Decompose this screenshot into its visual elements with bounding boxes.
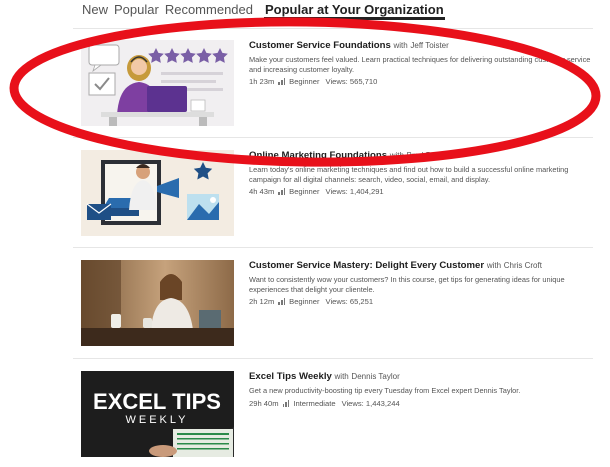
course-views: Views: 1,404,291: [325, 187, 384, 197]
thumb-title: EXCEL TIPS: [93, 389, 221, 414]
author-prefix: with: [393, 41, 408, 50]
course-views: Views: 65,251: [325, 297, 374, 307]
course-description: Make your customers feel valued. Learn p…: [249, 55, 591, 74]
course-views: Views: 565,710: [325, 77, 378, 87]
course-duration: 2h 12m: [249, 297, 275, 307]
course-description: Learn today's online marketing technique…: [249, 165, 569, 184]
course-title[interactable]: Customer Service Foundations: [249, 40, 391, 51]
difficulty-level-icon: [278, 78, 286, 86]
tab-popular[interactable]: Popular: [113, 2, 160, 20]
course-author: Dennis Taylor: [351, 372, 400, 381]
difficulty-level-icon: [278, 298, 286, 306]
excel-tips-illustration: EXCEL TIPS WEEKLY: [81, 371, 234, 457]
online-marketing-illustration: [81, 150, 234, 236]
course-meta: 1h 23m Beginner Views: 565,710: [249, 77, 594, 86]
customer-service-illustration: [81, 40, 234, 126]
divider: [73, 137, 593, 138]
course-description: Want to consistently wow your customers?…: [249, 275, 565, 294]
course-description: Get a new productivity-boosting tip ever…: [249, 386, 521, 395]
difficulty-level-icon: [282, 399, 290, 407]
course-info: Customer Service Foundations with Jeff T…: [249, 40, 594, 86]
divider: [73, 28, 593, 29]
course-duration: 4h 43m: [249, 187, 275, 197]
course-info: Excel Tips Weekly with Dennis Taylor Get…: [249, 371, 594, 408]
course-author: Chris Croft: [503, 261, 542, 270]
course-meta: 29h 40m Intermediate Views: 1,443,244: [249, 399, 594, 408]
course-card-customer-service-mastery[interactable]: Customer Service Mastery: Delight Every …: [81, 260, 601, 356]
divider: [73, 358, 593, 359]
tab-popular-at-organization[interactable]: Popular at Your Organization: [263, 2, 445, 20]
course-level: Beginner: [289, 77, 320, 87]
course-meta: 4h 43m Beginner Views: 1,404,291: [249, 187, 594, 196]
author-prefix: with: [486, 261, 502, 270]
course-author: Jeff Toister: [410, 41, 449, 50]
course-card-online-marketing-foundations[interactable]: Online Marketing Foundations with Brad B…: [81, 150, 601, 246]
course-duration: 29h 40m: [249, 398, 279, 408]
author-prefix: with: [334, 372, 349, 381]
thumb-subtitle: WEEKLY: [125, 414, 188, 426]
author-prefix: with: [389, 151, 404, 160]
course-thumbnail[interactable]: [81, 40, 234, 126]
course-card-customer-service-foundations[interactable]: Customer Service Foundations with Jeff T…: [81, 40, 601, 136]
cafe-photo-illustration: [81, 260, 234, 346]
course-thumbnail[interactable]: [81, 150, 234, 236]
course-level: Beginner: [289, 297, 320, 307]
divider: [73, 247, 593, 248]
difficulty-level-icon: [278, 188, 286, 196]
course-level: Beginner: [289, 187, 320, 197]
course-author: Brad Batesole: [406, 151, 457, 160]
course-card-excel-tips-weekly[interactable]: EXCEL TIPS WEEKLY Excel Tips Weekly with…: [81, 371, 601, 467]
tab-recommended[interactable]: Recommended: [164, 2, 254, 20]
course-info: Customer Service Mastery: Delight Every …: [249, 260, 594, 306]
course-title[interactable]: Online Marketing Foundations: [249, 150, 387, 161]
course-title[interactable]: Excel Tips Weekly: [249, 371, 332, 382]
course-meta: 2h 12m Beginner Views: 65,251: [249, 297, 594, 306]
tab-new[interactable]: New: [81, 2, 109, 20]
tab-bar: New Popular Recommended Popular at Your …: [81, 2, 445, 20]
course-thumbnail[interactable]: EXCEL TIPS WEEKLY: [81, 371, 234, 457]
course-thumbnail[interactable]: [81, 260, 234, 346]
course-title[interactable]: Customer Service Mastery: Delight Every …: [249, 260, 484, 271]
course-info: Online Marketing Foundations with Brad B…: [249, 150, 594, 196]
course-views: Views: 1,443,244: [341, 398, 400, 408]
course-duration: 1h 23m: [249, 77, 275, 87]
course-level: Intermediate: [293, 398, 336, 408]
